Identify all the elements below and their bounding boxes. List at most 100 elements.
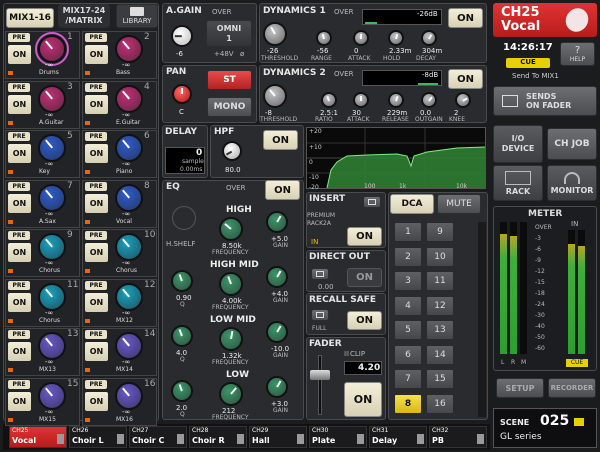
mix-on-button[interactable]: ON <box>8 391 31 411</box>
dynamics1-knob[interactable] <box>316 30 332 46</box>
mix-on-button[interactable]: ON <box>85 391 108 411</box>
dca-button[interactable]: 10 <box>426 246 454 267</box>
mix-on-button[interactable]: ON <box>85 292 108 312</box>
dynamics1-knob[interactable] <box>263 22 287 46</box>
dynamics2-knob[interactable] <box>321 92 337 108</box>
setup-button[interactable]: SETUP <box>496 378 544 398</box>
mix-on-button[interactable]: ON <box>85 243 108 262</box>
pre-button[interactable]: PRE <box>8 181 30 191</box>
st-button[interactable]: ST <box>207 70 252 90</box>
pre-button[interactable]: PRE <box>8 231 30 240</box>
pre-button[interactable]: PRE <box>8 82 30 92</box>
dca-button[interactable]: 8 <box>394 393 422 414</box>
fader-on-button[interactable]: ON <box>344 382 382 417</box>
tab-mix17-24-matrix[interactable]: MIX17-24 /MATRIX <box>58 4 110 28</box>
mix-send-knob[interactable] <box>115 35 143 63</box>
dca-button[interactable]: 13 <box>426 320 454 340</box>
dca-button[interactable]: 2 <box>394 246 422 267</box>
tab-mute[interactable]: MUTE <box>437 194 481 214</box>
dca-button[interactable]: 16 <box>426 393 454 414</box>
sends-on-fader-button[interactable]: SENDS ON FADER <box>493 86 597 116</box>
mix-on-button[interactable]: ON <box>8 243 31 262</box>
mix-on-button[interactable]: ON <box>8 45 31 64</box>
pre-button[interactable]: PRE <box>85 280 107 290</box>
pre-button[interactable]: PRE <box>85 82 107 92</box>
mono-button[interactable]: MONO <box>207 97 252 117</box>
eq-hshelf-circle[interactable] <box>172 206 196 230</box>
dca-button[interactable]: 11 <box>426 271 454 291</box>
dynamics1-knob[interactable] <box>388 30 404 46</box>
mix-send-knob[interactable] <box>115 233 143 261</box>
direct-out-on-button[interactable]: ON <box>347 268 382 287</box>
eq-gain-knob[interactable] <box>266 321 288 343</box>
insert-edit-button[interactable] <box>363 196 381 208</box>
mix-on-button[interactable]: ON <box>8 292 31 312</box>
dca-button[interactable]: 7 <box>394 369 422 389</box>
pre-button[interactable]: PRE <box>85 379 107 389</box>
eq-graph[interactable] <box>306 127 486 189</box>
eq-q-knob[interactable] <box>171 270 193 292</box>
ch-job-button[interactable]: CH JOB <box>547 128 597 160</box>
mix-on-button[interactable]: ON <box>8 193 31 213</box>
pre-button[interactable]: PRE <box>8 132 30 141</box>
mix-send-knob[interactable] <box>38 84 66 113</box>
pre-button[interactable]: PRE <box>85 33 107 42</box>
dca-button[interactable]: 9 <box>426 222 454 242</box>
mix-on-button[interactable]: ON <box>8 342 31 361</box>
eq-gain-knob[interactable] <box>266 211 288 233</box>
dca-button[interactable]: 3 <box>394 271 422 291</box>
pre-button[interactable]: PRE <box>8 33 30 42</box>
rack-button[interactable]: RACK <box>493 165 543 201</box>
eq-freq-knob[interactable] <box>219 382 243 406</box>
mix-send-knob[interactable] <box>115 282 143 311</box>
monitor-button[interactable]: MONITOR <box>547 165 597 201</box>
dca-button[interactable]: 1 <box>394 222 422 242</box>
dca-button[interactable]: 14 <box>426 344 454 365</box>
library-button[interactable]: LIBRARY <box>116 4 158 28</box>
eq-freq-knob[interactable] <box>219 327 243 351</box>
mix-on-button[interactable]: ON <box>8 144 31 163</box>
eq-freq-knob[interactable] <box>219 272 243 296</box>
tab-dca[interactable]: DCA <box>390 194 434 214</box>
recorder-button[interactable]: RECORDER <box>548 378 596 398</box>
dca-button[interactable]: 12 <box>426 295 454 316</box>
mix-send-knob[interactable] <box>115 381 143 410</box>
cue-indicator[interactable]: CUE <box>506 58 550 68</box>
dynamics1-knob[interactable] <box>353 30 369 46</box>
pre-button[interactable]: PRE <box>85 181 107 191</box>
eq-q-knob[interactable] <box>171 380 193 402</box>
dynamics2-knob[interactable] <box>263 84 287 108</box>
mix-send-knob[interactable] <box>38 183 66 212</box>
mix-on-button[interactable]: ON <box>85 342 108 361</box>
eq-gain-knob[interactable] <box>266 376 288 398</box>
eq-q-knob[interactable] <box>171 325 193 347</box>
pre-button[interactable]: PRE <box>8 280 30 290</box>
dynamics1-on-button[interactable]: ON <box>448 8 483 28</box>
eq-on-button[interactable]: ON <box>265 180 300 200</box>
dca-button[interactable]: 5 <box>394 320 422 340</box>
fader-knob[interactable] <box>310 370 330 380</box>
mix-on-button[interactable]: ON <box>85 193 108 213</box>
mix-on-button[interactable]: ON <box>85 94 108 114</box>
mix-send-knob[interactable] <box>115 84 143 113</box>
dynamics2-knob[interactable] <box>421 92 437 108</box>
mix-send-knob[interactable] <box>115 134 143 162</box>
mix-send-knob[interactable] <box>115 183 143 212</box>
mix-send-knob[interactable] <box>38 282 66 311</box>
omni-input-button[interactable]: OMNI 1 <box>206 20 252 47</box>
recall-safe-edit-button[interactable] <box>311 309 329 321</box>
tab-mix1-16[interactable]: MIX1-16 <box>6 8 54 28</box>
mix-on-button[interactable]: ON <box>8 94 31 114</box>
mix-send-knob[interactable] <box>38 381 66 410</box>
fader-track[interactable] <box>318 355 322 415</box>
mix-send-knob[interactable] <box>38 332 66 360</box>
io-device-button[interactable]: I/O DEVICE <box>493 125 543 163</box>
hpf-on-button[interactable]: ON <box>263 130 298 150</box>
dynamics2-knob[interactable] <box>388 92 404 108</box>
pre-button[interactable]: PRE <box>8 379 30 389</box>
pre-button[interactable]: PRE <box>8 330 30 339</box>
dca-button[interactable]: 15 <box>426 369 454 389</box>
mix-send-knob[interactable] <box>38 233 66 261</box>
help-button[interactable]: ? HELP <box>560 42 595 66</box>
insert-on-button[interactable]: ON <box>347 227 382 246</box>
